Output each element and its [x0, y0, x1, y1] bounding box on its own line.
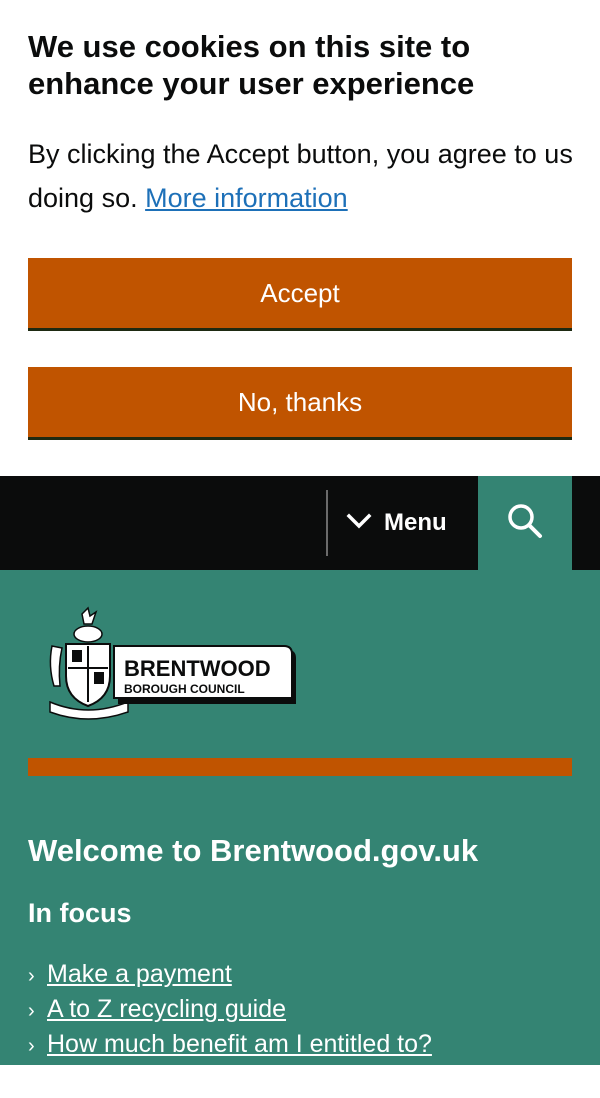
cookie-heading: We use cookies on this site to enhance y… — [28, 29, 475, 101]
brentwood-logo[interactable]: BRENTWOOD BOROUGH COUNCIL — [44, 606, 304, 726]
logo-line1: BRENTWOOD — [124, 656, 271, 681]
chevron-right-icon: › — [28, 1070, 35, 1092]
logo-line2: BOROUGH COUNCIL — [124, 682, 245, 696]
in-focus-list: › Make a payment › A to Z recycling guid… — [28, 958, 469, 1098]
chevron-right-icon: › — [28, 1000, 35, 1022]
page-title: Welcome to Brentwood.gov.uk — [28, 833, 479, 868]
in-focus-heading: In focus — [28, 898, 132, 928]
chevron-right-icon: › — [28, 1035, 35, 1057]
list-item: › Make a payment — [28, 958, 469, 993]
main-content: BRENTWOOD BOROUGH COUNCIL Welcome to Bre… — [0, 570, 600, 1093]
benefit-entitlement-link[interactable]: How much benefit am I entitled to? — [47, 1028, 432, 1061]
cookie-text: By clicking the Accept button, you agree… — [28, 132, 578, 220]
accent-divider — [28, 758, 572, 776]
council-tax-link[interactable]: Council tax - change of circumstances — [47, 1063, 469, 1096]
no-thanks-button[interactable]: No, thanks — [28, 367, 572, 437]
menu-label: Menu — [384, 509, 447, 536]
make-a-payment-link[interactable]: Make a payment — [47, 958, 232, 991]
list-item: › Council tax - change of circumstances — [28, 1063, 469, 1098]
menu-button[interactable]: Menu — [330, 476, 478, 570]
accept-button[interactable]: Accept — [28, 258, 572, 328]
more-information-link[interactable]: More information — [145, 183, 348, 213]
cookie-banner: We use cookies on this site to enhance y… — [0, 0, 600, 476]
menu-divider — [326, 490, 328, 556]
search-icon — [505, 501, 545, 546]
search-button[interactable] — [478, 476, 572, 570]
top-bar: Menu — [0, 476, 600, 570]
chevron-down-icon — [346, 509, 372, 537]
list-item: › A to Z recycling guide — [28, 993, 469, 1028]
list-item: › How much benefit am I entitled to? — [28, 1028, 469, 1063]
recycling-guide-link[interactable]: A to Z recycling guide — [47, 993, 286, 1026]
chevron-right-icon: › — [28, 965, 35, 987]
